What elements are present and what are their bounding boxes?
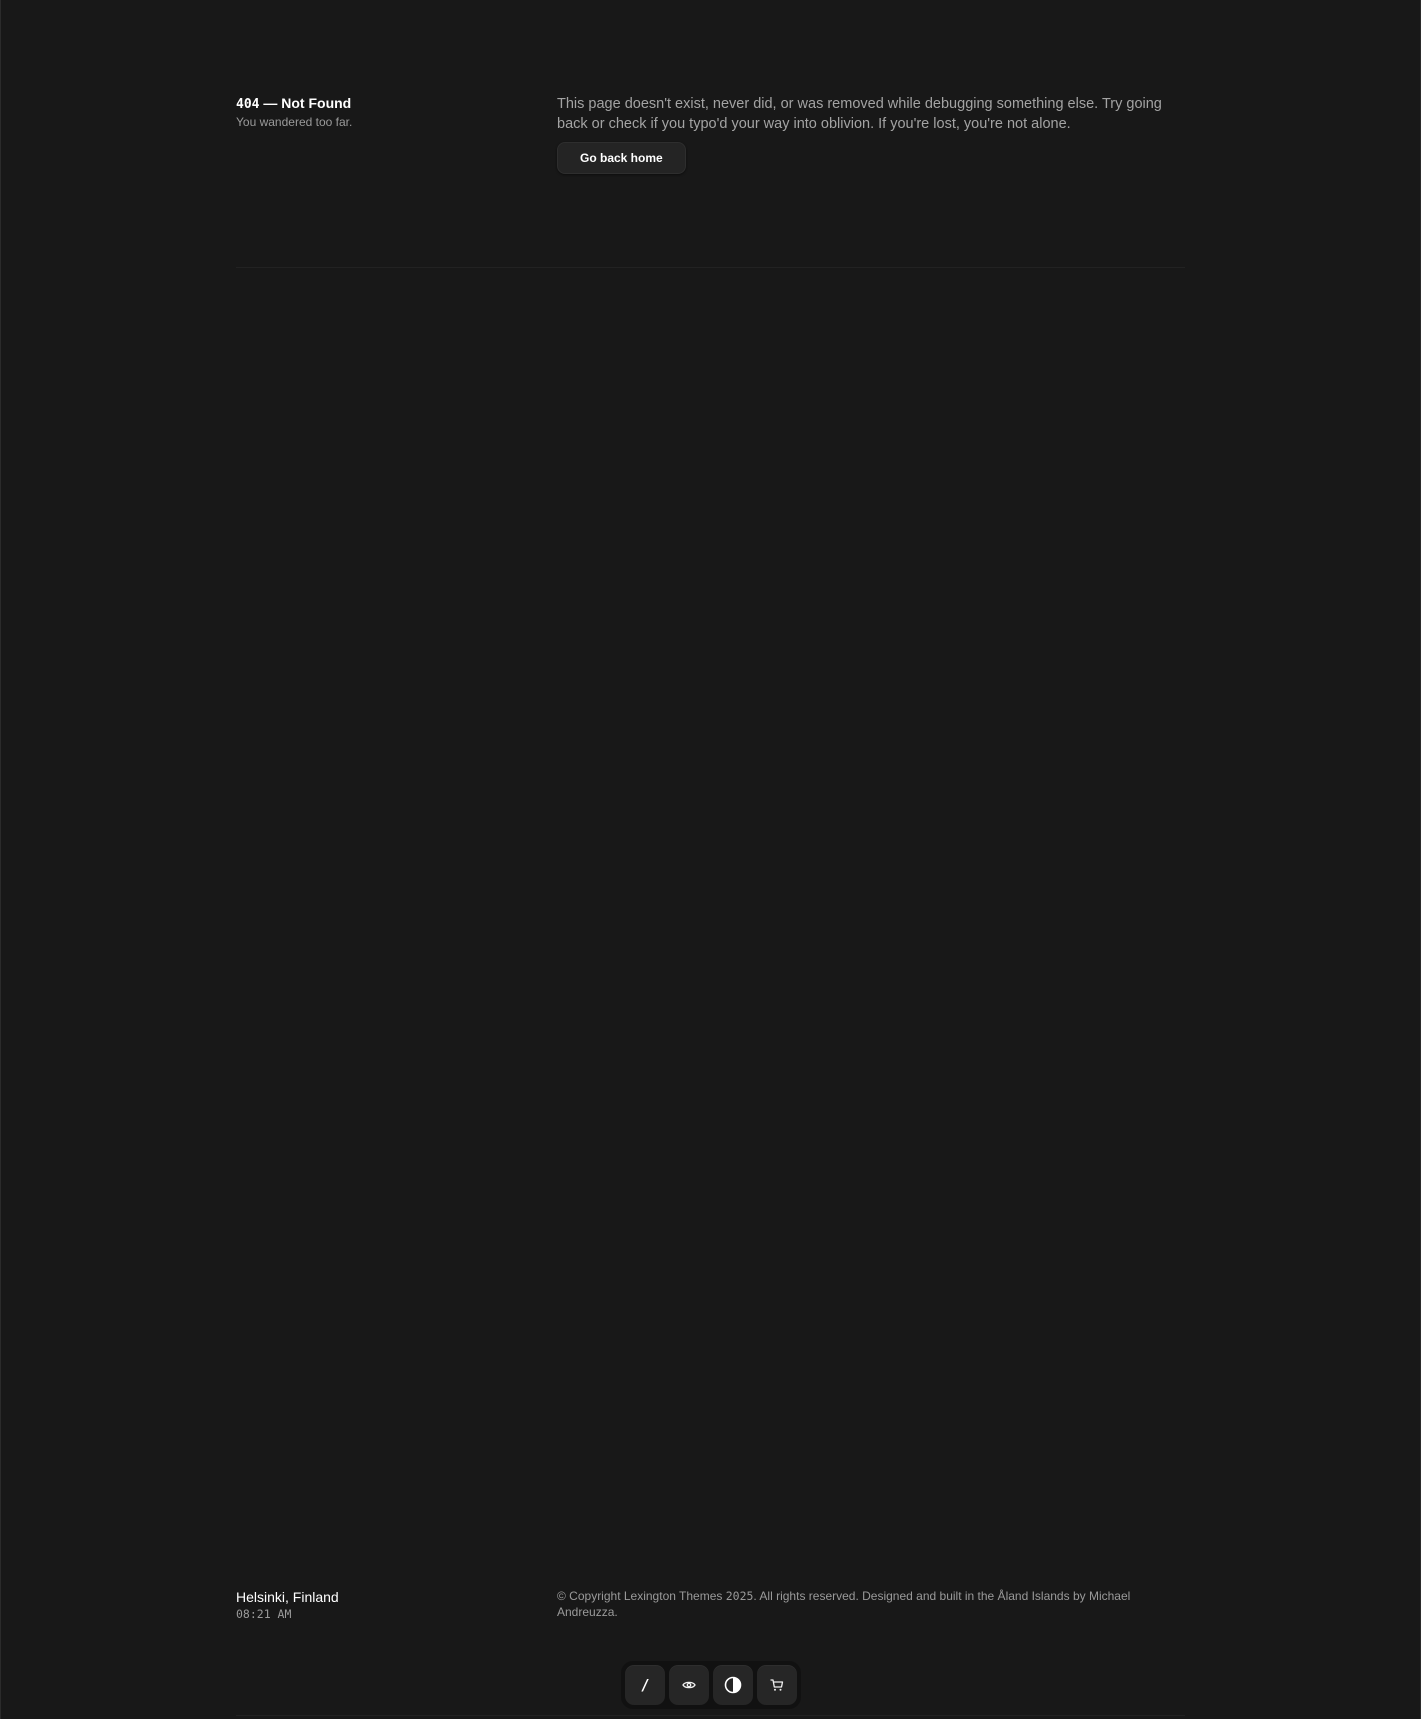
copyright-prefix: © Copyright Lexington Themes [557, 1589, 726, 1603]
dock-cart-button[interactable] [757, 1665, 797, 1705]
bottom-dock: / [621, 1661, 801, 1709]
error-title-block: 404 — Not Found You wandered too far. [236, 94, 536, 130]
contrast-icon [724, 1676, 742, 1694]
eye-icon [682, 1681, 696, 1689]
footer-copyright: © Copyright Lexington Themes 2025. All r… [557, 1588, 1187, 1620]
dock-theme-toggle-button[interactable] [713, 1665, 753, 1705]
error-code: 404 [236, 97, 260, 112]
footer-time: 08:21 AM [236, 1607, 292, 1621]
bottom-divider [236, 1715, 1185, 1716]
page-frame [0, 0, 1421, 1719]
copyright-year: 2025 [725, 1589, 754, 1603]
dock-preview-button[interactable] [669, 1665, 709, 1705]
slash-icon: / [640, 1676, 650, 1694]
dock-home-button[interactable]: / [625, 1665, 665, 1705]
cart-icon [770, 1679, 784, 1691]
page-subtitle: You wandered too far. [236, 115, 353, 129]
go-back-home-button[interactable]: Go back home [557, 142, 686, 174]
page-title: 404 — Not Found [236, 94, 536, 114]
error-title: — Not Found [259, 95, 352, 111]
footer-location-block: Helsinki, Finland 08:21 AM [236, 1588, 536, 1622]
footer-location: Helsinki, Finland [236, 1589, 339, 1605]
section-divider [236, 267, 1185, 268]
error-description: This page doesn't exist, never did, or w… [557, 96, 1162, 132]
error-content: This page doesn't exist, never did, or w… [557, 94, 1187, 174]
